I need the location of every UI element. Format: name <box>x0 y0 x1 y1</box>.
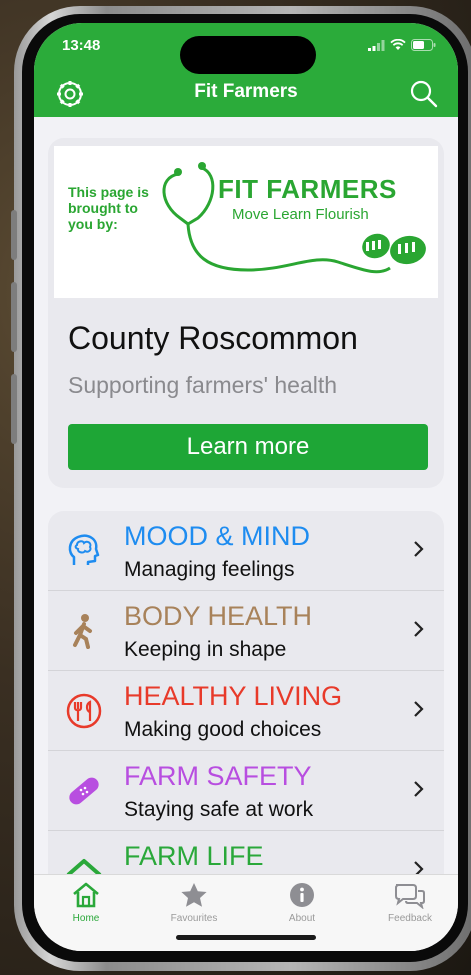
category-menu: MOOD & MIND Managing feelings BODY HEALT… <box>48 511 444 891</box>
wifi-icon <box>390 39 406 50</box>
app-header: 13:48 Fit Farmers <box>34 23 458 117</box>
menu-item-body-health[interactable]: BODY HEALTH Keeping in shape <box>48 591 444 671</box>
action-button <box>11 210 17 260</box>
tab-label: Feedback <box>388 913 432 924</box>
menu-item-mood-mind[interactable]: MOOD & MIND Managing feelings <box>48 511 444 591</box>
learn-more-button[interactable]: Learn more <box>68 424 428 470</box>
menu-item-title: BODY HEALTH <box>124 601 313 631</box>
tab-about[interactable]: About <box>262 881 342 931</box>
home-indicator[interactable] <box>176 935 316 940</box>
tab-home[interactable]: Home <box>46 881 126 931</box>
status-icons <box>368 39 436 51</box>
header-title: Fit Farmers <box>194 81 298 102</box>
bandage-icon <box>69 777 99 805</box>
sponsor-card: This page is brought to you by: FIT FARM… <box>48 138 444 488</box>
menu-item-subtitle: Keeping in shape <box>124 638 287 661</box>
battery-icon <box>411 39 436 51</box>
search-icon[interactable] <box>408 78 440 110</box>
menu-item-title: FARM LIFE <box>124 841 264 871</box>
menu-item-title: FARM SAFETY <box>124 761 312 791</box>
menu-item-title: MOOD & MIND <box>124 521 310 551</box>
tab-label: Home <box>72 913 100 924</box>
star-icon <box>181 883 207 907</box>
home-icon <box>73 882 99 908</box>
chevron-right-icon <box>414 701 424 717</box>
menu-item-title: HEALTHY LIVING <box>124 681 343 711</box>
volume-up-button <box>11 282 17 352</box>
sponsor-subtitle: Supporting farmers' health <box>68 372 338 398</box>
menu-item-farm-safety[interactable]: FARM SAFETY Staying safe at work <box>48 751 444 831</box>
fork-knife-icon <box>66 693 102 729</box>
sponsor-banner: This page is brought to you by: FIT FARM… <box>54 146 438 298</box>
menu-item-subtitle: Managing feelings <box>124 558 295 581</box>
volume-down-button <box>11 374 17 444</box>
dynamic-island <box>180 36 316 74</box>
walking-person-icon <box>73 614 92 649</box>
head-brain-icon <box>68 534 100 565</box>
chevron-right-icon <box>414 621 424 637</box>
info-icon <box>290 883 314 907</box>
chevron-right-icon <box>414 781 424 797</box>
tab-favourites[interactable]: Favourites <box>154 881 234 931</box>
banner-title: FIT FARMERS <box>218 174 397 204</box>
tab-feedback[interactable]: Feedback <box>370 881 450 931</box>
signal-icon <box>368 40 385 51</box>
sponsor-name: County Roscommon <box>68 320 358 356</box>
tab-label: Favourites <box>170 913 218 924</box>
app-screen: 13:48 Fit Farmers This page is brought t… <box>34 23 458 951</box>
menu-item-subtitle: Making good choices <box>124 718 322 741</box>
menu-item-healthy-living[interactable]: HEALTHY LIVING Making good choices <box>48 671 444 751</box>
status-time: 13:48 <box>62 37 101 54</box>
tab-label: About <box>288 913 316 924</box>
chevron-right-icon <box>414 541 424 557</box>
banner-subtitle: Move Learn Flourish <box>232 206 369 223</box>
menu-item-subtitle: Staying safe at work <box>124 798 314 821</box>
chat-bubbles-icon <box>395 884 425 909</box>
